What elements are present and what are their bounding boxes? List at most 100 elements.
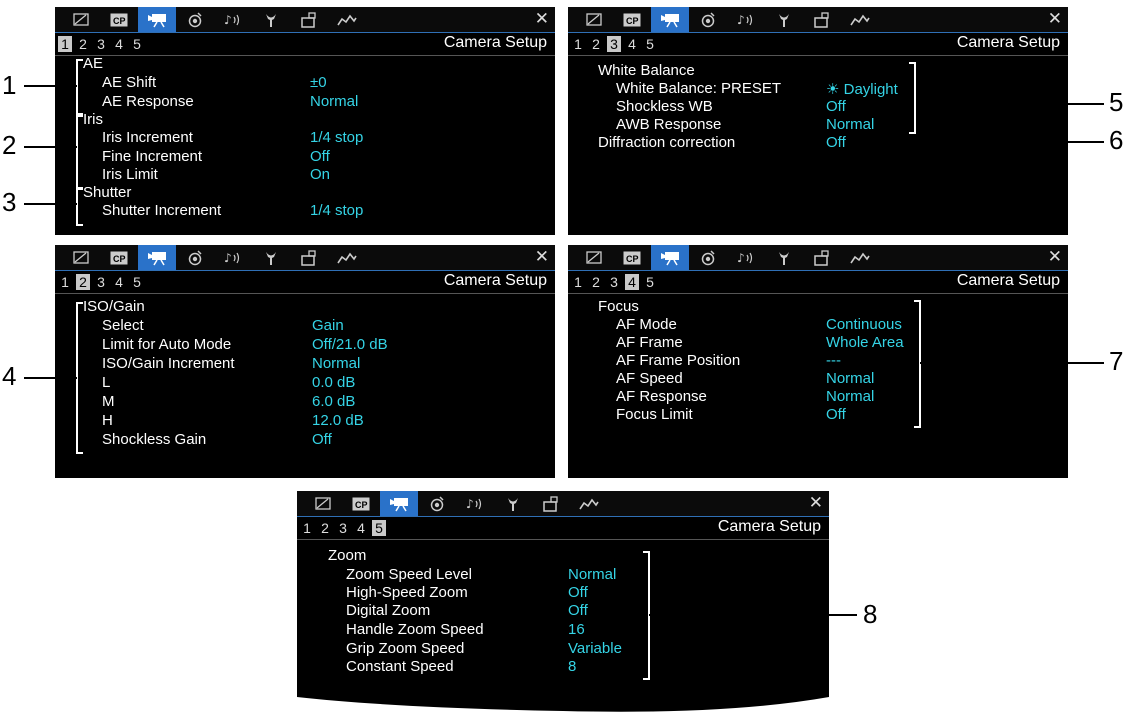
setting-iris-limit[interactable]: Iris Limit [102,166,158,183]
my-menu-icon[interactable] [290,245,328,270]
camera-icon[interactable] [651,245,689,270]
edit-icon[interactable] [304,491,342,516]
camera-icon[interactable] [651,7,689,32]
page-2-tab[interactable]: 2 [318,520,332,536]
camera-icon[interactable] [138,245,176,270]
wrench-icon[interactable] [765,7,803,32]
camera-icon[interactable] [138,7,176,32]
page-4-tab[interactable]: 4 [625,36,639,52]
setting-iris-increment[interactable]: Iris Increment [102,129,193,146]
setting-high-speed-zoom[interactable]: High-Speed Zoom [346,584,468,601]
setting-constant-speed[interactable]: Constant Speed [346,658,454,675]
audio-icon[interactable]: ♪ [727,245,765,270]
setting-ae-shift[interactable]: AE Shift [102,74,156,91]
audio-icon[interactable]: ♪ [727,7,765,32]
setting-focus-limit[interactable]: Focus Limit [616,406,693,423]
recording-icon[interactable] [689,7,727,32]
page-5-tab[interactable]: 5 [372,520,386,536]
edit-icon[interactable] [575,7,613,32]
page-5-tab[interactable]: 5 [643,36,657,52]
page-5-tab[interactable]: 5 [130,36,144,52]
close-icon[interactable]: ✕ [535,9,549,29]
wrench-icon[interactable] [494,491,532,516]
page-1-tab[interactable]: 1 [58,274,72,290]
setting-m[interactable]: M [102,393,115,410]
my-menu-icon[interactable] [803,245,841,270]
setting-select[interactable]: Select [102,317,144,334]
waveform-icon[interactable] [570,491,608,516]
setting-shutter-increment[interactable]: Shutter Increment [102,202,221,219]
page-1-tab[interactable]: 1 [300,520,314,536]
setting-awb-response[interactable]: AWB Response [616,116,721,133]
close-icon[interactable]: ✕ [535,247,549,267]
setting-h[interactable]: H [102,412,113,429]
setting-zoom-speed-level[interactable]: Zoom Speed Level [346,566,472,583]
waveform-icon[interactable] [328,7,366,32]
cp-icon[interactable]: CP [342,491,380,516]
edit-icon[interactable] [62,245,100,270]
setting-l[interactable]: L [102,374,110,391]
edit-icon[interactable] [575,245,613,270]
setting-wb-preset[interactable]: White Balance: PRESET [616,80,781,97]
my-menu-icon[interactable] [290,7,328,32]
page-2-tab[interactable]: 2 [76,274,90,290]
wrench-icon[interactable] [252,7,290,32]
page-3-tab[interactable]: 3 [607,36,621,52]
setting-digital-zoom[interactable]: Digital Zoom [346,602,430,619]
setting-af-frame-position[interactable]: AF Frame Position [616,352,740,369]
audio-icon[interactable]: ♪ [214,7,252,32]
setting-ae-response[interactable]: AE Response [102,93,194,110]
my-menu-icon[interactable] [532,491,570,516]
recording-icon[interactable] [176,245,214,270]
page-2-tab[interactable]: 2 [76,36,90,52]
recording-icon[interactable] [418,491,456,516]
setting-diffraction-correction[interactable]: Diffraction correction [598,134,735,151]
page-1-tab[interactable]: 1 [58,36,72,52]
page-1-tab[interactable]: 1 [571,36,585,52]
page-4-tab[interactable]: 4 [112,274,126,290]
setting-limit-auto-mode[interactable]: Limit for Auto Mode [102,336,231,353]
camera-icon[interactable] [380,491,418,516]
cp-icon[interactable]: CP [613,245,651,270]
page-1-tab[interactable]: 1 [571,274,585,290]
close-icon[interactable]: ✕ [809,493,823,513]
wrench-icon[interactable] [252,245,290,270]
recording-icon[interactable] [176,7,214,32]
page-4-tab[interactable]: 4 [112,36,126,52]
recording-icon[interactable] [689,245,727,270]
page-3-tab[interactable]: 3 [94,36,108,52]
setting-shockless-gain[interactable]: Shockless Gain [102,431,206,448]
cp-icon[interactable]: CP [100,7,138,32]
my-menu-icon[interactable] [803,7,841,32]
setting-iso-gain-increment[interactable]: ISO/Gain Increment [102,355,235,372]
wrench-icon[interactable] [765,245,803,270]
setting-af-mode[interactable]: AF Mode [616,316,677,333]
waveform-icon[interactable] [841,7,879,32]
page-3-tab[interactable]: 3 [607,274,621,290]
page-3-tab[interactable]: 3 [94,274,108,290]
setting-af-frame[interactable]: AF Frame [616,334,683,351]
page-4-tab[interactable]: 4 [625,274,639,290]
cp-icon[interactable]: CP [100,245,138,270]
setting-shockless-wb[interactable]: Shockless WB [616,98,713,115]
page-5-tab[interactable]: 5 [643,274,657,290]
close-icon[interactable]: ✕ [1048,247,1062,267]
waveform-icon[interactable] [328,245,366,270]
setting-af-speed[interactable]: AF Speed [616,370,683,387]
setting-af-response[interactable]: AF Response [616,388,707,405]
waveform-icon[interactable] [841,245,879,270]
cp-icon[interactable]: CP [613,7,651,32]
setting-grip-zoom-speed[interactable]: Grip Zoom Speed [346,640,464,657]
page-2-tab[interactable]: 2 [589,274,603,290]
divider [568,55,1068,56]
close-icon[interactable]: ✕ [1048,9,1062,29]
page-5-tab[interactable]: 5 [130,274,144,290]
setting-fine-increment[interactable]: Fine Increment [102,148,202,165]
page-2-tab[interactable]: 2 [589,36,603,52]
page-3-tab[interactable]: 3 [336,520,350,536]
edit-icon[interactable] [62,7,100,32]
audio-icon[interactable]: ♪ [456,491,494,516]
audio-icon[interactable]: ♪ [214,245,252,270]
page-4-tab[interactable]: 4 [354,520,368,536]
setting-handle-zoom-speed[interactable]: Handle Zoom Speed [346,621,484,638]
